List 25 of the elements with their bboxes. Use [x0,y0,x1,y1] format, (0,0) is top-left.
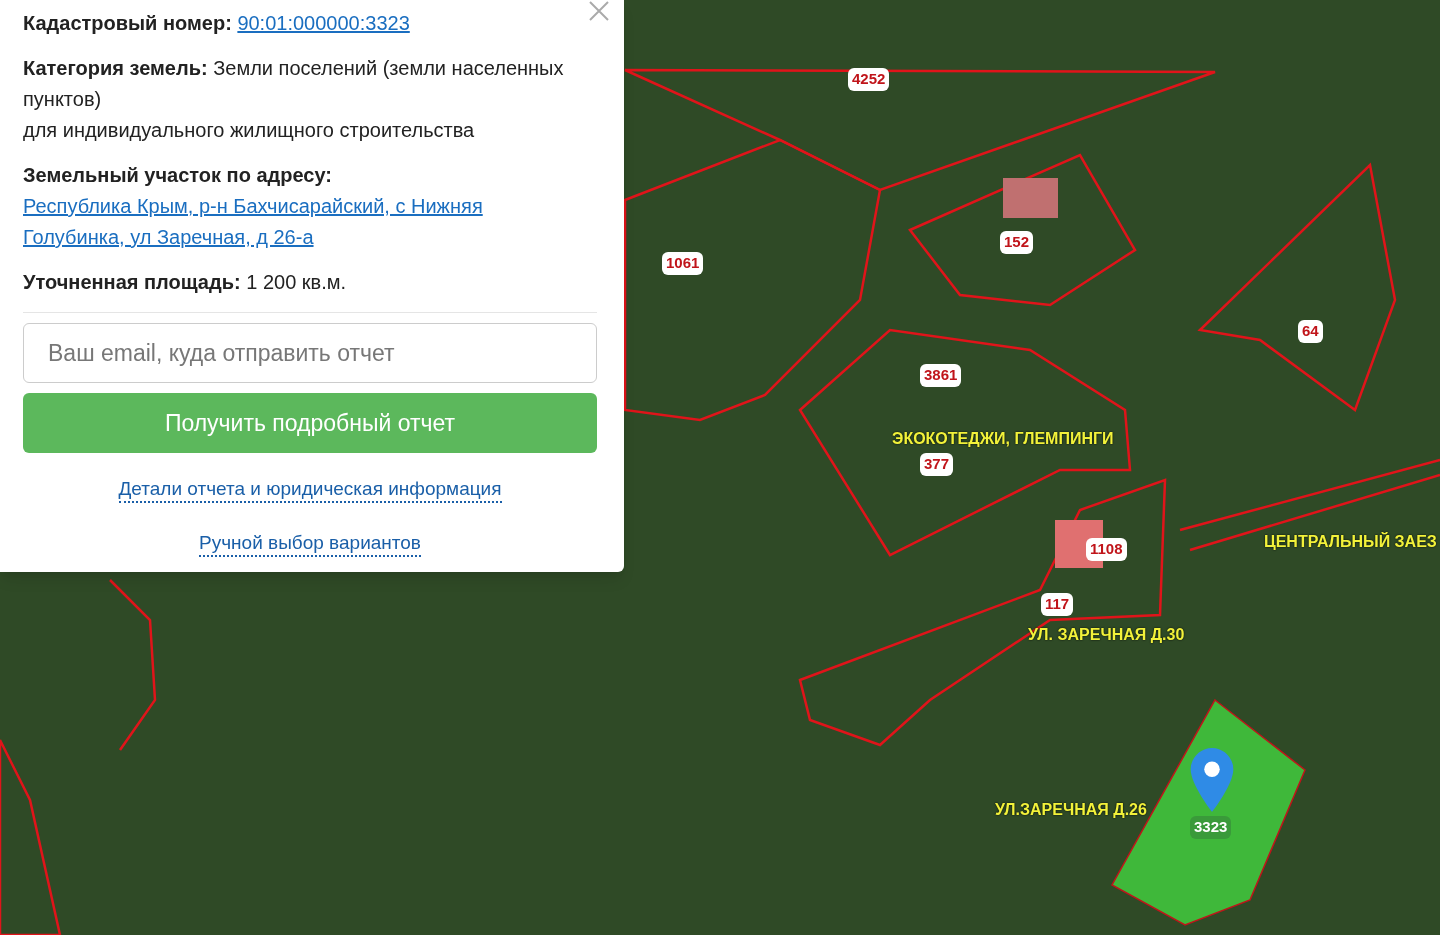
parcel-number: 3861 [920,364,962,387]
parcel-number: 4252 [848,68,890,91]
parcel-number: 1061 [662,252,704,275]
close-icon[interactable] [588,0,610,22]
info-link[interactable]: Ручной выбор вариантов [199,531,421,557]
email-field[interactable]: Ваш email, куда отправить отчет [23,323,597,383]
map-label: ЦЕНТРАЛЬНЫЙ ЗАЕЗ [1264,531,1437,552]
building-roof [1003,178,1058,218]
parcel-number: 3323 [1190,816,1232,839]
info-field: Категория земель: Земли поселений (земли населенных пунктов) для индивидуального жилищного строительства [23,53,587,146]
map-label: ЭКОКОТЕДЖИ, ГЛЕМПИНГИ [892,429,1114,449]
location-pin-icon[interactable] [1190,748,1234,812]
map-label: УЛ.ЗАРЕЧНАЯ Д.26 [995,800,1147,820]
info-link[interactable]: Детали отчета и юридическая информация [118,477,502,503]
parcel-number: 152 [1000,231,1034,254]
parcel-number: 117 [1041,593,1074,616]
parcel-number: 377 [920,453,954,476]
info-field: Кадастровый номер: 90:01:000000:3323 [23,8,587,39]
info-link[interactable]: 90:01:000000:3323 [237,12,410,34]
info-link[interactable]: Республика Крым, р-н Бахчисарайский, с Нижняя Голубинка, ул Заречная, д 26-а [23,191,587,253]
info-field: Уточненная площадь: 1 200 кв.м. [23,267,587,298]
map-label: УЛ. ЗАРЕЧНАЯ Д.30 [1028,625,1185,645]
parcel-number: 1108 [1086,538,1127,561]
parcel-number: 64 [1298,320,1323,343]
info-field: Земельный участок по адресу: Республика Крым, р-н Бахчисарайский, с Нижняя Голубинка, ул Заречная, д 26-а [23,160,587,253]
